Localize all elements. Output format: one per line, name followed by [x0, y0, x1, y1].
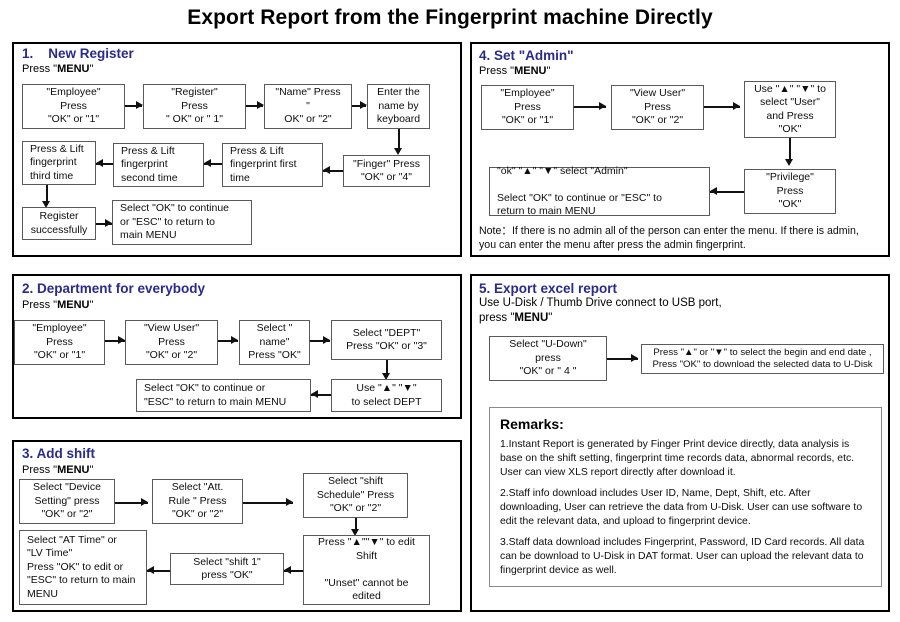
section-4-sub-bold: MENU: [514, 65, 547, 77]
box-select-shift1-s3[interactable]: Select "shift 1" press "OK": [170, 553, 284, 585]
section-2-heading: 2. Department for everybody: [22, 281, 206, 296]
section-4-heading: 4. Set "Admin": [479, 48, 574, 63]
box-select-udown-s5[interactable]: Select "U-Down" press "OK" or " 4 ": [489, 336, 607, 381]
box-select-dates-s5[interactable]: Press "▲" or "▼" to select the begin and…: [641, 344, 884, 374]
box-employee-s2[interactable]: "Employee" Press "OK" or "1": [14, 320, 105, 365]
section-3-sub-prefix: Press ": [22, 464, 58, 476]
section-5-sub-prefix: press ": [479, 312, 515, 324]
section-4-sub-suffix: ": [546, 65, 551, 77]
arrow-left-icon: [710, 187, 717, 195]
arrow-right-icon: [118, 336, 125, 344]
diagram-page: Export Report from the Fingerprint machi…: [0, 0, 900, 622]
section-1-sub-suffix: ": [89, 63, 94, 75]
box-employee-s1[interactable]: "Employee" Press "OK" or "1": [22, 84, 125, 129]
page-title: Export Report from the Fingerprint machi…: [187, 6, 713, 29]
section-5-sub-suffix: ": [548, 312, 553, 324]
box-shift-schedule-s3[interactable]: Select "shift Schedule" Press "OK" or "2…: [303, 473, 408, 518]
box-at-lv-time-s3[interactable]: Select "AT Time" or "LV Time" Press "OK"…: [19, 530, 147, 605]
arrow-right-icon: [231, 336, 238, 344]
box-use-updown-user-s4[interactable]: Use "▲" "▼" to select "User" and Press "…: [744, 81, 836, 138]
section-1-heading: 1. New Register: [22, 46, 134, 61]
arrow-left-icon: [311, 390, 318, 398]
box-use-updown-s2[interactable]: Use "▲" "▼" to select DEPT: [331, 379, 442, 412]
arrow-right-icon: [360, 101, 367, 109]
arrow-left-icon: [204, 159, 211, 167]
arrow-right-icon: [286, 498, 293, 506]
box-employee-s4[interactable]: "Employee" Press "OK" or "1": [481, 85, 574, 130]
remarks-box: Remarks: 1.Instant Report is generated b…: [489, 407, 882, 587]
box-name-s1[interactable]: "Name" Press " OK" or "2": [264, 84, 352, 129]
section-2-subheading: Press "MENU": [22, 299, 93, 311]
section-5-heading: 5. Export excel report: [479, 281, 618, 296]
box-register-s1[interactable]: "Register" Press " OK" or " 1": [143, 84, 246, 129]
section-2-sub-bold: MENU: [57, 299, 90, 311]
section-2-sub-suffix: ": [89, 299, 94, 311]
box-fp-second-s1[interactable]: Press & Lift fingerprint second time: [113, 143, 204, 187]
section-3-heading: 3. Add shift: [22, 446, 95, 461]
section-3-sub-suffix: ": [89, 464, 94, 476]
box-select-ok-continue-s1[interactable]: Select "OK" to continue or "ESC" to retu…: [112, 200, 252, 245]
arrow-right-icon: [136, 101, 143, 109]
box-finger-s1[interactable]: "Finger" Press "OK" or "4": [343, 155, 430, 187]
arrow-down-icon: [785, 159, 793, 166]
arrow-right-icon: [733, 102, 740, 110]
box-view-user-s4[interactable]: "View User" Press "OK" or "2": [611, 85, 704, 130]
remarks-title: Remarks:: [500, 416, 564, 432]
remark-item: 1.Instant Report is generated by Finger …: [500, 439, 855, 478]
section-5-sub-line2: press "MENU": [479, 312, 552, 324]
section-1-sub-prefix: Press ": [22, 63, 58, 75]
remark-item: 2.Staff info download includes User ID, …: [500, 487, 863, 527]
box-select-admin-s4[interactable]: "ok" "▲" "▼" select "Admin" Select "OK" …: [489, 165, 710, 217]
arrow-right-icon: [323, 336, 330, 344]
box-view-user-s2[interactable]: "View User" Press "OK" or "2": [125, 320, 218, 365]
section-4-sub-prefix: Press ": [479, 65, 515, 77]
box-fp-first-s1[interactable]: Press & Lift fingerprint first time: [222, 143, 323, 187]
arrow-right-icon: [631, 354, 638, 362]
arrow-right-icon: [599, 102, 606, 110]
section-4-note: Note：If there is no admin all of the per…: [479, 225, 859, 252]
arrow-left-icon: [284, 566, 291, 574]
box-select-dept-s2[interactable]: Select "DEPT" Press "OK" or "3": [331, 320, 442, 360]
arrow-down-icon: [394, 148, 402, 155]
arrow-left-icon: [147, 566, 154, 574]
box-select-ok-continue-s2[interactable]: Select "OK" to continue or "ESC" to retu…: [136, 379, 311, 412]
arrow-right-icon: [141, 498, 148, 506]
box-fp-third-s1[interactable]: Press & Lift fingerprint third time: [22, 141, 96, 185]
box-device-setting-s3[interactable]: Select "Device Setting" press "OK" or "2…: [19, 479, 115, 524]
box-edit-shift-s3[interactable]: Press "▲""▼" to edit Shift "Unset" canno…: [303, 535, 430, 605]
section-3-subheading: Press "MENU": [22, 464, 93, 476]
section-1-subheading: Press "MENU": [22, 63, 93, 75]
arrow-left-icon: [96, 159, 103, 167]
arrow-left-icon: [323, 166, 330, 174]
remark-item: 3.Staff data download includes Fingerpri…: [500, 536, 865, 576]
box-select-name-s2[interactable]: Select " name" Press "OK": [239, 320, 310, 365]
section-5-sub-line1: Use U-Disk / Thumb Drive connect to USB …: [479, 297, 722, 309]
box-enter-name-s1[interactable]: Enter the name by keyboard: [367, 84, 430, 129]
box-privilege-s4[interactable]: "Privilege" Press "OK": [744, 169, 836, 214]
arrow-right-icon: [105, 219, 112, 227]
box-register-success-s1[interactable]: Register successfully: [22, 207, 96, 240]
box-att-rule-s3[interactable]: Select "Att. Rule " Press "OK" or "2": [152, 479, 243, 524]
section-5-sub-bold: MENU: [514, 312, 549, 324]
arrow-right-icon: [257, 101, 264, 109]
section-1-sub-bold: MENU: [57, 63, 90, 75]
section-2-sub-prefix: Press ": [22, 299, 58, 311]
section-3-sub-bold: MENU: [57, 464, 90, 476]
section-4-subheading: Press "MENU": [479, 65, 550, 77]
